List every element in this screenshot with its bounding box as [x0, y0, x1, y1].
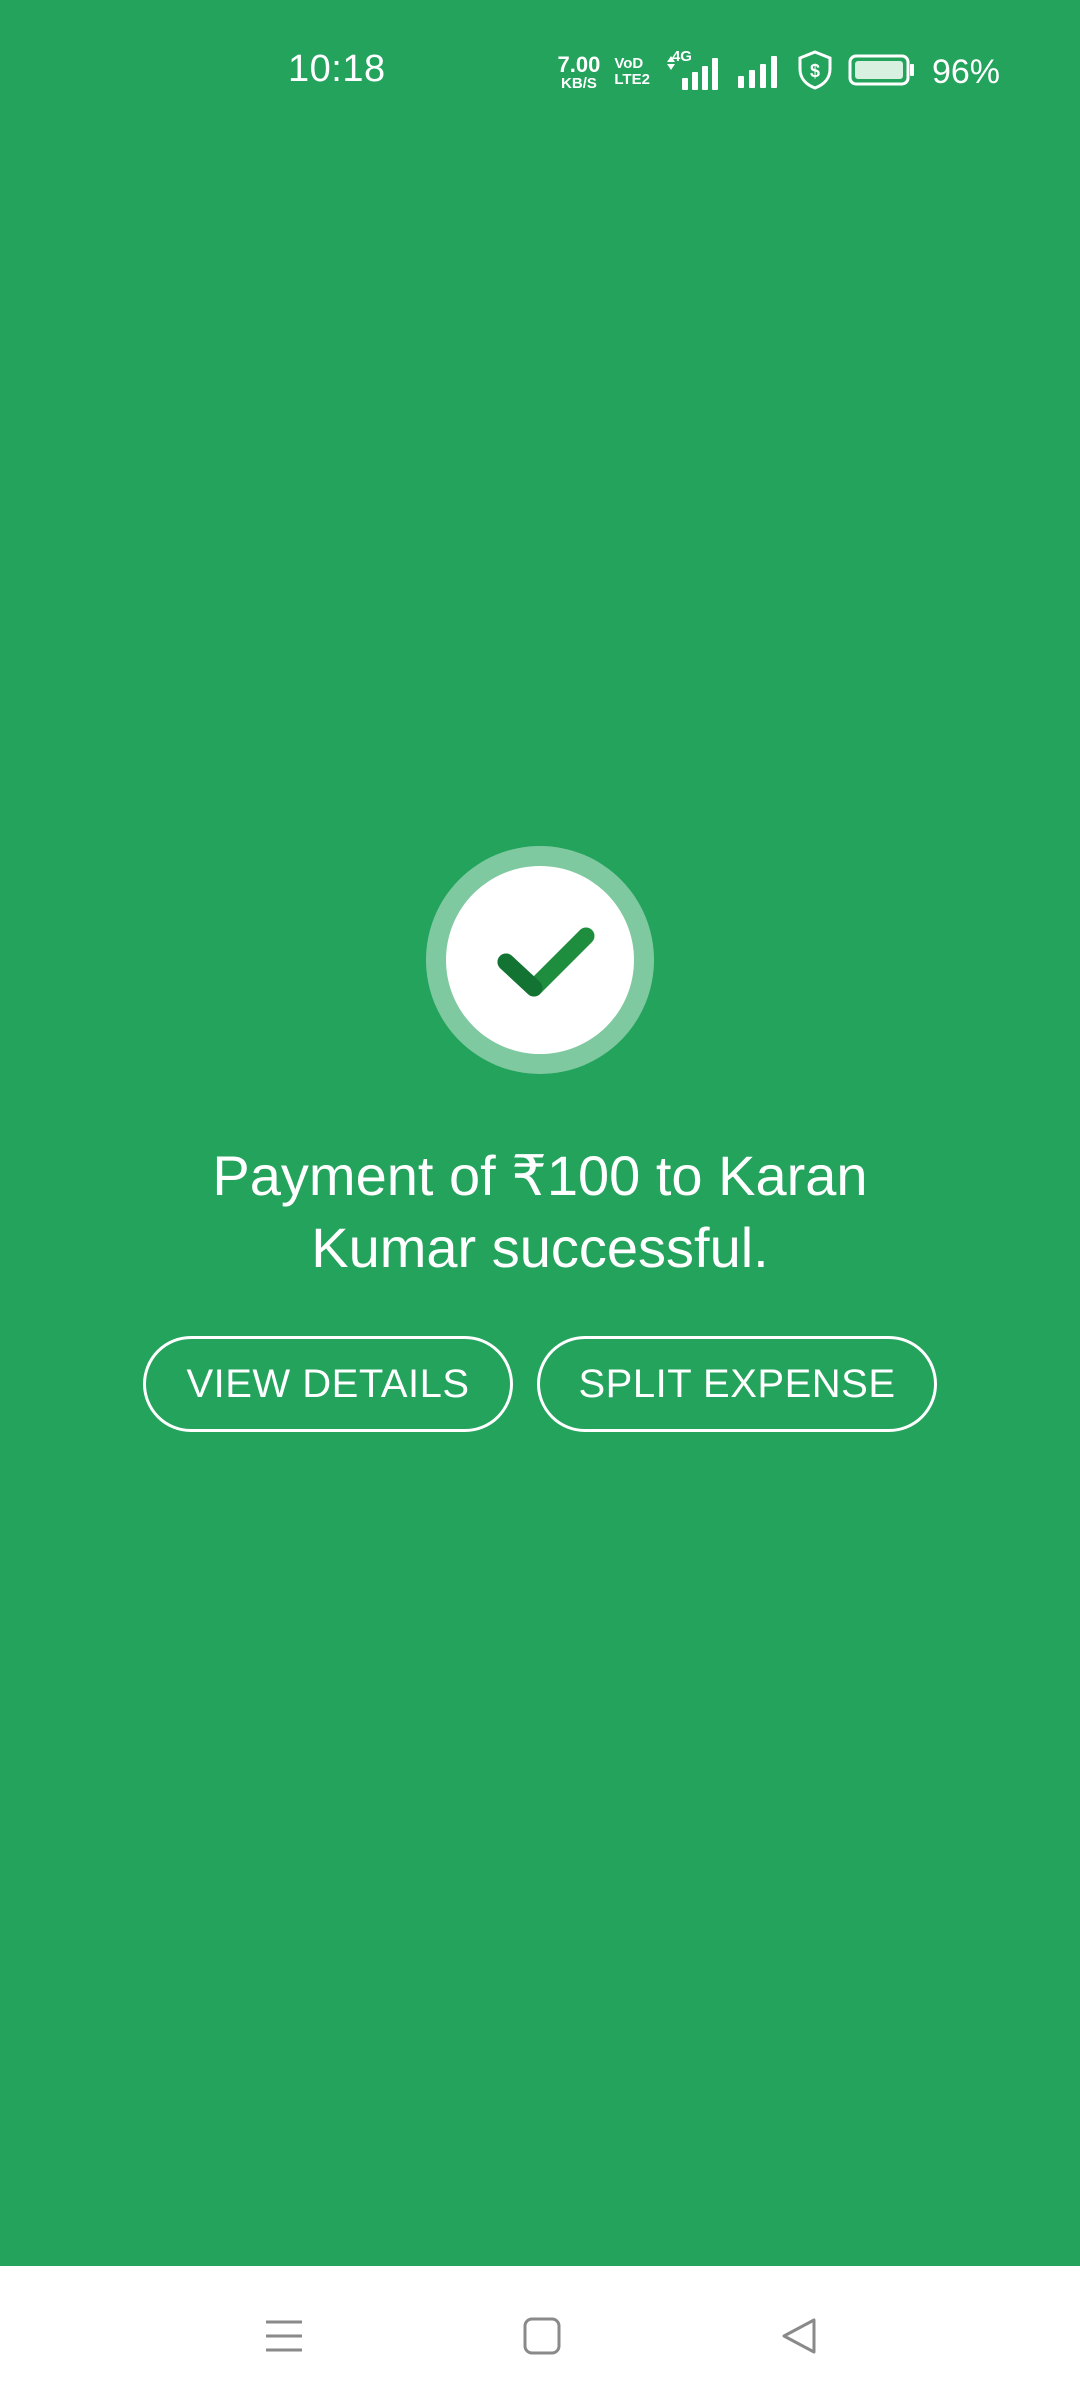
payment-success-screen: 10:18 7.00 KB/S VoD LTE2 4G $ 96% Paymen…: [0, 0, 1080, 2400]
volte-top-label: VoD: [614, 55, 644, 73]
back-icon: [782, 2318, 816, 2354]
home-icon: [523, 2317, 561, 2355]
network-speed-unit: KB/S: [561, 74, 597, 92]
status-icons: 7.00 KB/S VoD LTE2 4G $ 96%: [557, 48, 1000, 96]
payment-success-message: Payment of ₹100 to Karan Kumar successfu…: [212, 1144, 868, 1279]
checkmark-icon: [497, 927, 595, 997]
home-button[interactable]: [502, 2296, 582, 2376]
security-shield-icon: $: [796, 49, 834, 96]
battery-percent: 96%: [931, 52, 1000, 91]
svg-text:$: $: [810, 61, 820, 81]
status-time: 10:18: [288, 48, 386, 90]
split-expense-button[interactable]: SPLIT EXPENSE: [537, 1336, 937, 1432]
navigation-bar: [0, 2266, 1080, 2400]
success-badge: [426, 846, 654, 1074]
battery-icon: [848, 53, 916, 92]
menu-button[interactable]: [244, 2296, 324, 2376]
volte-bottom-label: LTE2: [614, 71, 650, 88]
view-details-button[interactable]: VIEW DETAILS: [143, 1336, 513, 1432]
menu-icon: [266, 2320, 302, 2352]
signal-icon: [736, 50, 782, 95]
back-button[interactable]: [760, 2296, 840, 2376]
signal-4g-icon: 4G: [664, 48, 722, 92]
network-speed: 7.00 KB/S: [557, 51, 601, 92]
network-speed-value: 7.00: [557, 51, 601, 77]
status-bar: 10:18 7.00 KB/S VoD LTE2 4G $ 96%: [0, 0, 1080, 140]
volte-icon: VoD LTE2: [614, 56, 650, 88]
success-badge-inner: [446, 866, 634, 1054]
